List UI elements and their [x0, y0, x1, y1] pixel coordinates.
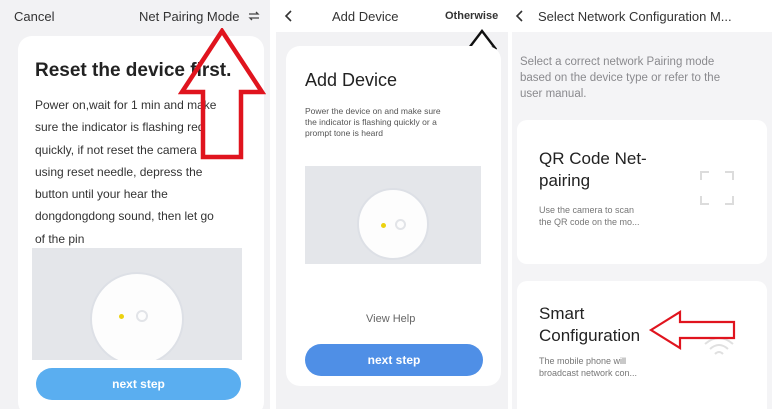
otherwise-button[interactable]: Otherwise — [445, 10, 498, 22]
next-step-button[interactable]: next step — [305, 344, 483, 376]
device-illustration — [32, 248, 242, 360]
net-pairing-mode-button[interactable]: Net Pairing Mode — [139, 9, 239, 24]
camera-device-image — [357, 188, 429, 260]
option-description: The mobile phone will broadcast network … — [539, 356, 638, 378]
page-title: Add Device — [305, 70, 398, 90]
top-bar: Select Network Configuration M... — [512, 0, 772, 32]
reset-hole — [136, 310, 148, 322]
swap-icon[interactable] — [248, 10, 260, 22]
scan-frame-icon — [700, 171, 734, 205]
screen-title: Select Network Configuration M... — [538, 9, 732, 24]
instruction-text: Power the device on and make sure the in… — [305, 106, 441, 138]
option-description: Use the camera to scan the QR code on th… — [539, 205, 640, 227]
chevron-left-icon[interactable] — [515, 9, 525, 23]
red-up-arrow-annotation — [178, 28, 266, 160]
option-title: QR Code Net- pairing — [539, 149, 647, 190]
view-help-link[interactable]: View Help — [366, 313, 415, 325]
cancel-button[interactable]: Cancel — [14, 9, 54, 24]
device-illustration — [305, 166, 481, 264]
reset-device-screen: Cancel Net Pairing Mode Reset the device… — [0, 0, 270, 409]
qr-code-pairing-option[interactable]: QR Code Net- pairing Use the camera to s… — [517, 120, 767, 264]
add-device-screen: Add Device Otherwise Add Device Power th… — [276, 0, 508, 409]
instruction-card: Add Device Power the device on and make … — [286, 46, 501, 386]
reset-hole — [395, 219, 406, 230]
chevron-left-icon[interactable] — [284, 9, 294, 23]
indicator-light — [119, 314, 124, 319]
indicator-light — [381, 223, 386, 228]
intro-text: Select a correct network Pairing mode ba… — [520, 56, 721, 100]
option-title: Smart Configuration — [539, 304, 641, 345]
top-bar: Add Device Otherwise — [276, 0, 508, 32]
screen-title: Add Device — [332, 9, 399, 24]
next-step-button[interactable]: next step — [36, 368, 241, 400]
red-left-arrow-annotation — [648, 310, 736, 350]
select-network-config-screen: Select Network Configuration M... Select… — [512, 0, 772, 409]
